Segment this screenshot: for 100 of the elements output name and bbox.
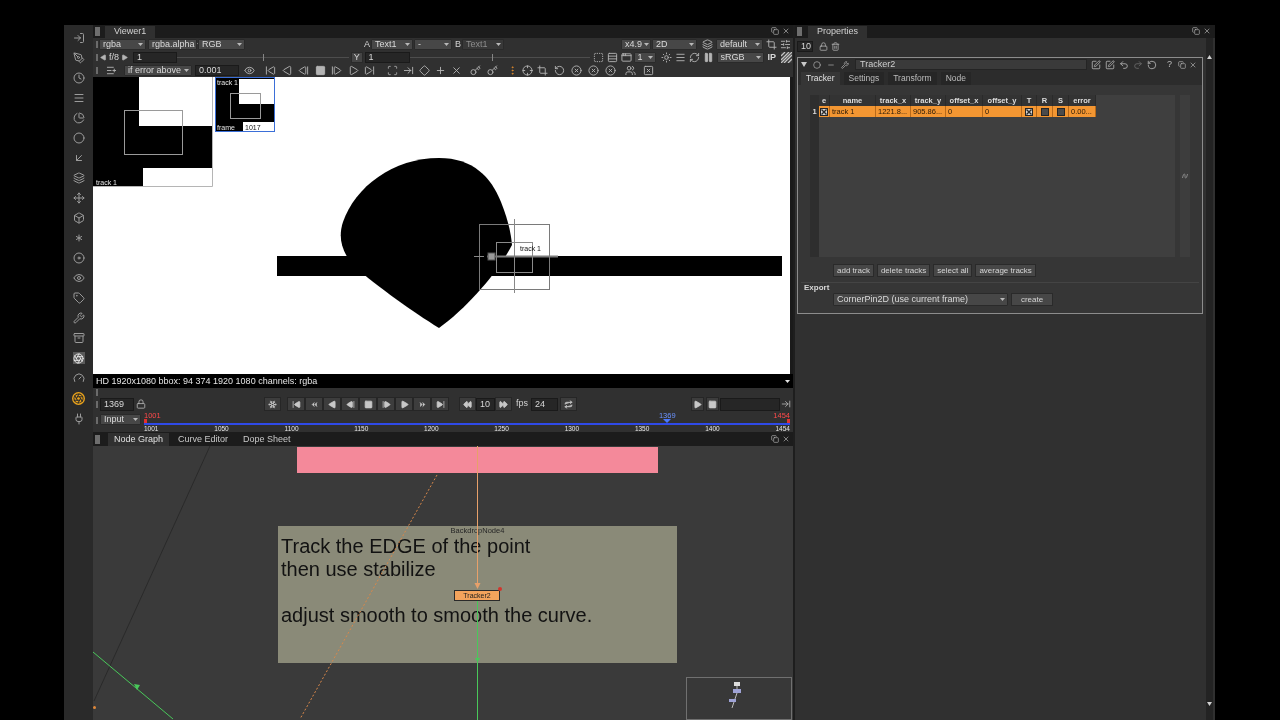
previous-frame-button[interactable] xyxy=(341,397,359,411)
properties-tab[interactable]: Tracker xyxy=(801,72,840,85)
crop-icon[interactable] xyxy=(766,39,777,50)
aperture-tile-icon[interactable] xyxy=(72,352,85,364)
import-arrow-icon[interactable] xyxy=(72,32,85,44)
play-backward-button[interactable] xyxy=(323,397,341,411)
tag-icon[interactable] xyxy=(72,292,85,304)
people-icon[interactable] xyxy=(625,65,636,76)
play-forward-button[interactable] xyxy=(395,397,413,411)
input-a-dropdown[interactable]: Text1 xyxy=(371,39,413,50)
rows-icon[interactable] xyxy=(606,52,618,63)
fps-field[interactable]: 24 xyxy=(531,397,558,411)
error-mode-dropdown[interactable]: if error above xyxy=(124,65,192,76)
viewer-tab[interactable]: Viewer1 xyxy=(105,26,156,38)
undo-icon[interactable] xyxy=(1119,59,1129,70)
panel-tab[interactable]: Node Graph xyxy=(108,433,170,446)
disc-icon[interactable] xyxy=(72,252,85,264)
revert-icon[interactable] xyxy=(1147,59,1157,70)
zoom-dropdown[interactable]: x4.9 xyxy=(621,39,651,50)
checkbox[interactable] xyxy=(1056,107,1065,116)
float-panel-icon[interactable] xyxy=(771,435,779,443)
clear-panels-icon[interactable] xyxy=(831,42,840,51)
checkbox[interactable] xyxy=(1040,107,1049,116)
circle-x-icon[interactable] xyxy=(571,65,582,76)
collapse-triangle-icon[interactable] xyxy=(801,62,807,67)
circle-x-icon[interactable] xyxy=(588,65,599,76)
properties-tab[interactable]: Properties xyxy=(808,26,868,38)
max-panels-field[interactable]: 10 xyxy=(797,41,813,52)
properties-tab[interactable]: Transform xyxy=(888,72,937,85)
gauge-icon[interactable] xyxy=(72,372,85,384)
properties-tab[interactable]: Settings xyxy=(843,72,885,85)
step-forward-icon[interactable] xyxy=(331,65,342,76)
play-icon[interactable] xyxy=(347,65,359,76)
window-icon[interactable] xyxy=(620,52,632,63)
scroll-down-arrow-icon[interactable] xyxy=(1207,702,1212,706)
close-icon[interactable] xyxy=(782,435,790,443)
cube-icon[interactable] xyxy=(72,212,85,224)
export-type-dropdown[interactable]: CornerPin2D (use current frame) xyxy=(833,293,1008,306)
gain-field[interactable]: 1 xyxy=(133,52,177,63)
range-dropdown[interactable]: Input xyxy=(100,414,141,425)
archive-box-icon[interactable] xyxy=(72,332,85,344)
timeline-track[interactable] xyxy=(144,419,790,425)
node-name-field[interactable]: Tracker2 xyxy=(855,59,1087,70)
lock-icon[interactable] xyxy=(136,399,146,409)
float-panel-icon[interactable] xyxy=(771,27,779,35)
clock-icon[interactable] xyxy=(72,72,85,84)
float-panel-icon[interactable] xyxy=(1178,60,1186,69)
step-back-icon[interactable] xyxy=(298,65,309,76)
loop-button[interactable] xyxy=(560,397,577,411)
pause-icon[interactable] xyxy=(702,52,714,63)
offset-handle[interactable] xyxy=(486,252,559,261)
pattern-box[interactable] xyxy=(496,242,533,273)
capture-button[interactable] xyxy=(706,397,719,411)
stacked-lines-icon[interactable] xyxy=(674,52,686,63)
dashed-square-icon[interactable] xyxy=(592,52,604,63)
next-keyframe-button[interactable] xyxy=(413,397,431,411)
last-frame-button[interactable] xyxy=(431,397,449,411)
sliders-icon[interactable] xyxy=(780,39,791,50)
next-frame-button[interactable] xyxy=(377,397,395,411)
step-forward-increment-button[interactable] xyxy=(495,397,512,411)
x-mark-icon[interactable] xyxy=(451,65,462,76)
delete-tracks-button[interactable]: delete tracks xyxy=(876,264,931,277)
scan-frame-icon[interactable] xyxy=(387,65,398,76)
plug-icon[interactable] xyxy=(72,413,85,425)
sun-icon[interactable] xyxy=(660,52,672,63)
channel-dropdown[interactable]: rgba.alpha xyxy=(148,39,197,50)
checkbox[interactable] xyxy=(1025,107,1033,116)
stop-button[interactable] xyxy=(359,397,377,411)
skip-to-start-icon[interactable] xyxy=(265,65,276,76)
view-dropdown[interactable]: 2D xyxy=(652,39,697,50)
create-button[interactable]: create xyxy=(1011,293,1053,306)
lock-icon[interactable] xyxy=(819,42,828,51)
previous-keyframe-button[interactable] xyxy=(305,397,323,411)
wrench-icon[interactable] xyxy=(841,60,849,69)
wrench-icon[interactable] xyxy=(72,312,85,324)
colorspace-dropdown[interactable]: sRGB xyxy=(716,52,764,63)
refresh-icon[interactable] xyxy=(688,52,700,63)
add-track-button[interactable]: add track xyxy=(833,264,874,277)
lut-dropdown[interactable]: default xyxy=(716,39,763,50)
close-icon[interactable] xyxy=(1203,27,1211,35)
gamma-toggle[interactable]: Y xyxy=(351,52,363,63)
proxy-toggle[interactable]: f/8 xyxy=(109,53,119,62)
in-point-marker-icon[interactable] xyxy=(144,419,147,423)
crosshair-icon[interactable] xyxy=(522,65,533,76)
properties-tab[interactable]: Node xyxy=(940,72,971,85)
gain-slider[interactable] xyxy=(177,54,349,61)
square-x-icon[interactable] xyxy=(643,65,654,76)
float-panel-icon[interactable] xyxy=(1192,27,1200,35)
channels-dropdown[interactable]: rgba xyxy=(99,39,146,50)
minimap[interactable] xyxy=(686,677,792,720)
triangle-left-icon[interactable] xyxy=(281,65,293,76)
display-dropdown[interactable]: RGB xyxy=(198,39,245,50)
stop-icon[interactable] xyxy=(314,65,326,76)
arrow-to-line-icon[interactable] xyxy=(403,65,414,76)
skip-to-end-icon[interactable] xyxy=(364,65,375,76)
eye-icon[interactable] xyxy=(244,65,255,76)
hatch-icon[interactable] xyxy=(781,52,792,63)
average-tracks-button[interactable]: average tracks xyxy=(975,264,1036,277)
move-arrows-icon[interactable] xyxy=(72,192,85,204)
frame-field[interactable]: 1369 xyxy=(100,397,134,411)
